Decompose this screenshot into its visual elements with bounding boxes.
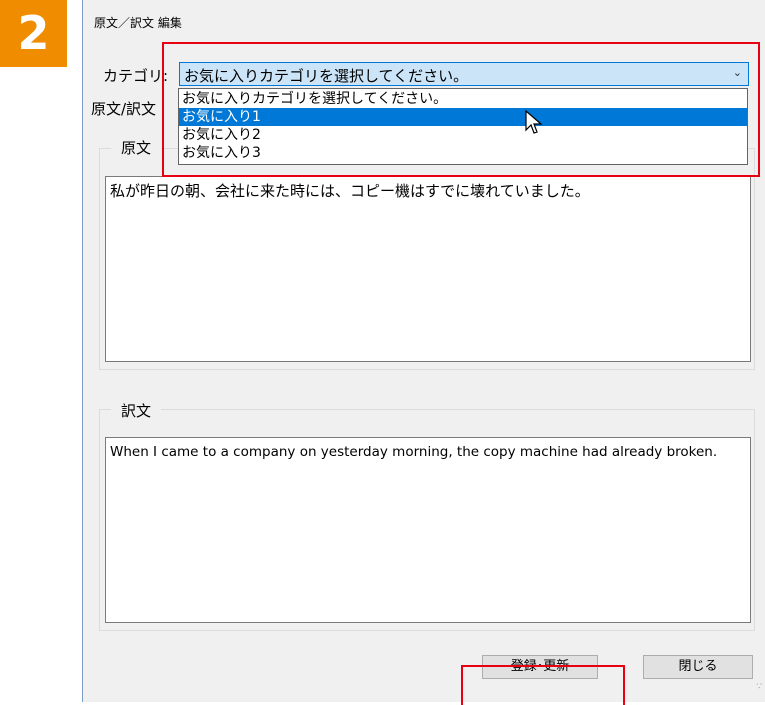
dropdown-highlight-box [162,42,760,177]
category-label: カテゴリ: [103,67,169,85]
source-text-area[interactable]: 私が昨日の朝、会社に来た時には、コピー機はすでに壊れていました。 [105,176,751,362]
resize-grip-icon[interactable]: ∵ [756,682,762,692]
source-group-title: 原文 [111,137,162,158]
step-number-badge: 2 [0,0,67,67]
dialog-title: 原文／訳文 編集 [94,16,182,30]
translation-text: When I came to a company on yesterday mo… [110,444,718,460]
translation-group-title: 訳文 [111,400,162,421]
translation-text-area[interactable]: When I came to a company on yesterday mo… [105,437,751,623]
source-text: 私が昨日の朝、会社に来た時には、コピー機はすでに壊れていました。 [110,182,590,200]
register-button-highlight-box [461,665,625,705]
close-button[interactable]: 閉じる [643,655,753,679]
